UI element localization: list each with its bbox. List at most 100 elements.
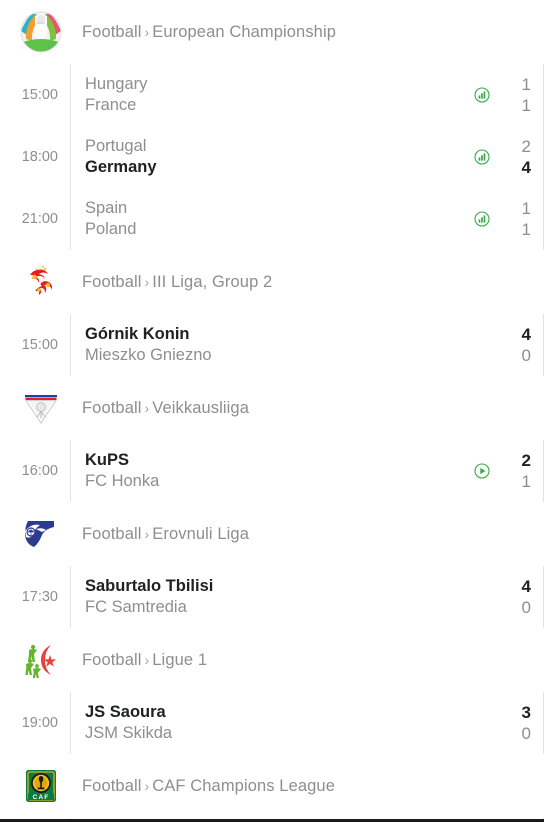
home-team-name: Spain bbox=[85, 198, 128, 217]
team-names: Hungary France bbox=[70, 64, 474, 126]
home-team-score: 4 bbox=[521, 324, 531, 344]
league-header[interactable]: Football › Erovnuli Liga bbox=[0, 502, 544, 566]
breadcrumb-separator: › bbox=[144, 777, 150, 794]
match-action-icons bbox=[474, 87, 500, 103]
away-team-score: 1 bbox=[521, 220, 531, 239]
home-team-name: JS Saoura bbox=[85, 702, 166, 721]
match-score: 11 bbox=[500, 188, 544, 250]
breadcrumb-separator: › bbox=[144, 525, 150, 542]
match-time: 21:00 bbox=[21, 211, 58, 227]
match-row[interactable]: 15:00 Hungary France 11 bbox=[0, 64, 544, 126]
home-team-name: Górnik Konin bbox=[85, 324, 190, 343]
league-name-label: III Liga, Group 2 bbox=[152, 272, 273, 291]
match-row[interactable]: 17:30 Saburtalo Tbilisi FC Samtredia 4 0 bbox=[0, 566, 544, 628]
algeria-ligue1-logo bbox=[18, 637, 64, 683]
match-action-icons bbox=[474, 149, 500, 165]
home-team-score: 1 bbox=[521, 198, 531, 218]
league-header[interactable]: Football › Ligue 1 bbox=[0, 628, 544, 692]
euro-2020-logo bbox=[18, 9, 64, 55]
home-team-name: Portugal bbox=[85, 136, 147, 155]
league-title: Football › CAF Champions League bbox=[82, 777, 335, 796]
match-score: 21 bbox=[500, 440, 544, 502]
team-names: KuPS FC Honka bbox=[70, 440, 474, 502]
match-time: 15:00 bbox=[21, 87, 58, 103]
team-names: Portugal Germany bbox=[70, 126, 474, 188]
veikkausliiga-logo bbox=[18, 385, 64, 431]
team-names: Górnik Konin Mieszko Gniezno bbox=[70, 314, 490, 376]
match-score: 24 bbox=[500, 126, 544, 188]
breadcrumb-separator: › bbox=[144, 273, 150, 290]
league-sport-label: Football bbox=[82, 650, 142, 669]
home-team-score: 3 bbox=[521, 702, 531, 722]
away-team-name: JSM Skikda bbox=[85, 724, 173, 742]
stats-icon[interactable] bbox=[474, 149, 490, 165]
away-team-name: Poland bbox=[85, 220, 137, 238]
league-name-label: European Championship bbox=[152, 22, 337, 41]
stats-icon[interactable] bbox=[474, 87, 490, 103]
match-time: 19:00 bbox=[21, 715, 58, 731]
breadcrumb-separator: › bbox=[144, 23, 150, 40]
match-action-icons bbox=[474, 463, 500, 479]
home-team-name: Saburtalo Tbilisi bbox=[85, 576, 214, 595]
away-team-score: 1 bbox=[521, 472, 531, 491]
away-team-score: 0 bbox=[521, 346, 531, 365]
league-section: Football › Erovnuli Liga 17:30 Saburtalo Tbi… bbox=[0, 502, 544, 628]
match-row[interactable]: 15:00 Górnik Konin Mieszko Gniezno 4 0 bbox=[0, 314, 544, 376]
league-title: Football › Erovnuli Liga bbox=[82, 525, 249, 544]
league-sport-label: Football bbox=[82, 398, 142, 417]
away-team-name: FC Samtredia bbox=[85, 598, 187, 616]
match-row[interactable]: 21:00 Spain Poland 11 bbox=[0, 188, 544, 250]
league-sport-label: Football bbox=[82, 22, 142, 41]
poland-pzpn-logo bbox=[18, 259, 64, 305]
breadcrumb-separator: › bbox=[144, 399, 150, 416]
away-team-score: 0 bbox=[521, 724, 531, 743]
away-team-name: FC Honka bbox=[85, 472, 160, 490]
team-names: JS Saoura JSM Skikda bbox=[70, 692, 490, 754]
match-time: 15:00 bbox=[21, 337, 58, 353]
match-time: 17:30 bbox=[21, 589, 58, 605]
match-action-icons bbox=[474, 211, 500, 227]
play-icon[interactable] bbox=[474, 463, 490, 479]
away-team-score: 1 bbox=[521, 96, 531, 115]
league-section: Football › III Liga, Group 2 15:00 Górnik Ko… bbox=[0, 250, 544, 376]
league-section: Football › Ligue 1 19:00 JS Saoura JSM Skikda… bbox=[0, 628, 544, 754]
away-team-score: 4 bbox=[521, 158, 531, 177]
away-team-name: Mieszko Gniezno bbox=[85, 346, 212, 364]
league-sport-label: Football bbox=[82, 272, 142, 291]
home-team-score: 2 bbox=[521, 450, 531, 470]
league-name-label: Erovnuli Liga bbox=[152, 524, 249, 543]
league-title: Football › III Liga, Group 2 bbox=[82, 273, 272, 292]
league-title: Football › European Championship bbox=[82, 23, 336, 42]
match-score: 40 bbox=[500, 314, 544, 376]
away-team-score: 0 bbox=[521, 598, 531, 617]
league-header[interactable]: Football › Veikkausliiga bbox=[0, 376, 544, 440]
league-name-label: Ligue 1 bbox=[152, 650, 208, 669]
home-team-name: Hungary bbox=[85, 74, 148, 93]
erovnuli-liga-logo bbox=[18, 511, 64, 557]
match-schedule-page: Football › European Championship 15:00 Hunga… bbox=[0, 0, 544, 822]
match-time: 18:00 bbox=[21, 149, 58, 165]
match-row[interactable]: 16:00 KuPS FC Honka 21 bbox=[0, 440, 544, 502]
match-score: 30 bbox=[500, 692, 544, 754]
league-name-label: CAF Champions League bbox=[152, 776, 335, 795]
league-header[interactable]: CAF Football › CAF Champions League bbox=[0, 754, 544, 818]
match-score: 11 bbox=[500, 64, 544, 126]
stats-icon[interactable] bbox=[474, 211, 490, 227]
league-name-label: Veikkausliiga bbox=[152, 398, 249, 417]
breadcrumb-separator: › bbox=[144, 651, 150, 668]
match-time: 16:00 bbox=[21, 463, 58, 479]
league-header[interactable]: Football › European Championship bbox=[0, 0, 544, 64]
league-header[interactable]: Football › III Liga, Group 2 bbox=[0, 250, 544, 314]
match-row[interactable]: 18:00 Portugal Germany 24 bbox=[0, 126, 544, 188]
home-team-name: KuPS bbox=[85, 450, 130, 469]
league-title: Football › Veikkausliiga bbox=[82, 399, 249, 418]
away-team-name: France bbox=[85, 96, 137, 114]
league-sections-list: Football › European Championship 15:00 Hunga… bbox=[0, 0, 544, 822]
league-section: CAF Football›CAF Champions League21:00Wy… bbox=[0, 754, 544, 822]
caf-champions-league-logo: CAF bbox=[18, 763, 64, 809]
away-team-name: Germany bbox=[85, 158, 157, 176]
match-row[interactable]: 19:00 JS Saoura JSM Skikda 3 0 bbox=[0, 692, 544, 754]
league-sport-label: Football bbox=[82, 524, 142, 543]
svg-text:CAF: CAF bbox=[33, 794, 50, 801]
home-team-score: 1 bbox=[521, 74, 531, 94]
